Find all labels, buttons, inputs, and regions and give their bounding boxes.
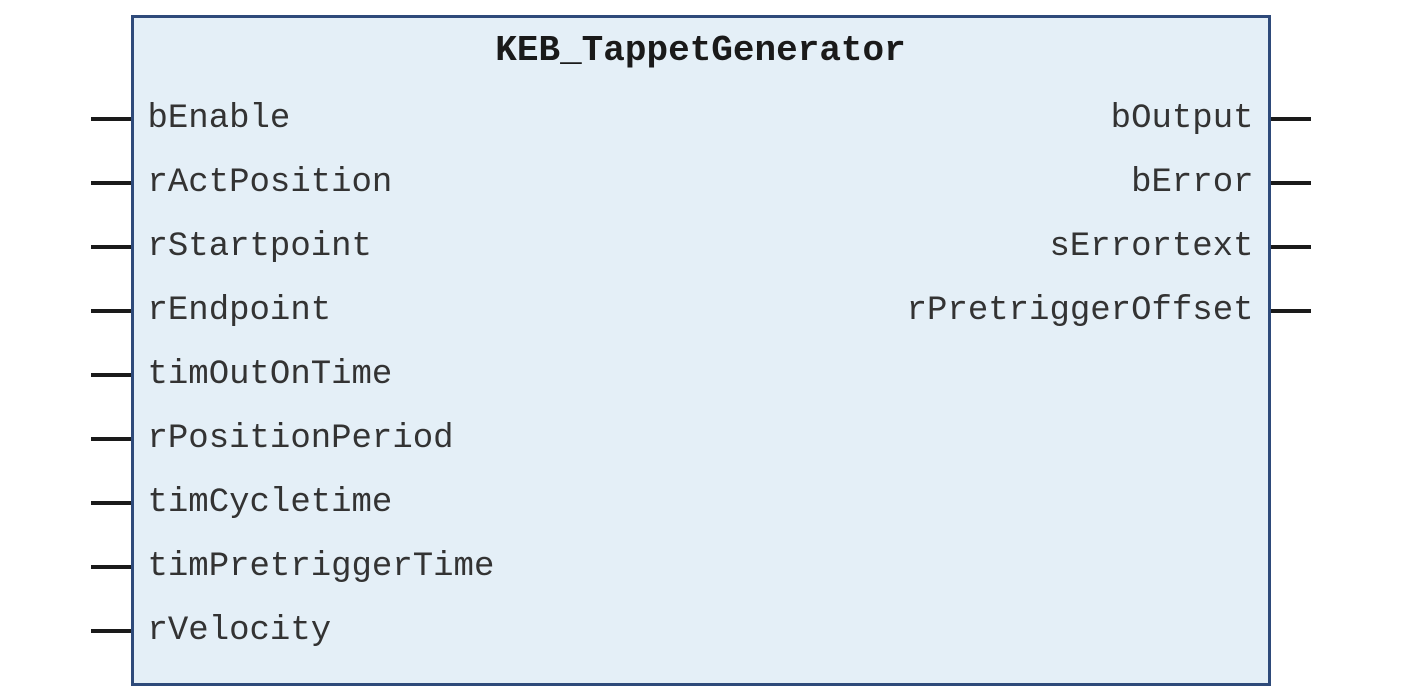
inputs-column: bEnable rActPosition rStartpoint rEndpoi… xyxy=(148,87,495,663)
pin-connector xyxy=(91,501,131,505)
block-title: KEB_TappetGenerator xyxy=(134,18,1268,87)
ports-area: bEnable rActPosition rStartpoint rEndpoi… xyxy=(134,87,1268,683)
input-port: timCycletime xyxy=(148,471,495,535)
output-port: bError xyxy=(907,151,1254,215)
input-label: rVelocity xyxy=(148,612,332,650)
input-label: bEnable xyxy=(148,100,291,138)
outputs-column: bOutput bError sErrortext rPretriggerOff… xyxy=(907,87,1254,663)
pin-connector xyxy=(1271,245,1311,249)
input-label: timPretriggerTime xyxy=(148,548,495,586)
output-port: sErrortext xyxy=(907,215,1254,279)
input-port: rStartpoint xyxy=(148,215,495,279)
input-port: bEnable xyxy=(148,87,495,151)
output-label: rPretriggerOffset xyxy=(907,292,1254,330)
pin-connector xyxy=(1271,181,1311,185)
input-port: timOutOnTime xyxy=(148,343,495,407)
function-block-container: KEB_TappetGenerator bEnable rActPosition… xyxy=(91,15,1311,686)
pin-connector xyxy=(91,373,131,377)
input-label: rActPosition xyxy=(148,164,393,202)
function-block: KEB_TappetGenerator bEnable rActPosition… xyxy=(131,15,1271,686)
output-port: bOutput xyxy=(907,87,1254,151)
input-label: rStartpoint xyxy=(148,228,372,266)
input-port: rVelocity xyxy=(148,599,495,663)
output-port: rPretriggerOffset xyxy=(907,279,1254,343)
input-port: timPretriggerTime xyxy=(148,535,495,599)
pin-connector xyxy=(1271,309,1311,313)
output-label: sErrortext xyxy=(1049,228,1253,266)
input-label: rEndpoint xyxy=(148,292,332,330)
input-port: rEndpoint xyxy=(148,279,495,343)
input-label: timCycletime xyxy=(148,484,393,522)
pin-connector xyxy=(91,629,131,633)
output-label: bOutput xyxy=(1111,100,1254,138)
input-label: rPositionPeriod xyxy=(148,420,454,458)
input-label: timOutOnTime xyxy=(148,356,393,394)
output-label: bError xyxy=(1131,164,1253,202)
input-port: rActPosition xyxy=(148,151,495,215)
input-port: rPositionPeriod xyxy=(148,407,495,471)
pin-connector xyxy=(1271,117,1311,121)
pin-connector xyxy=(91,181,131,185)
pin-connector xyxy=(91,309,131,313)
pin-connector xyxy=(91,565,131,569)
pin-connector xyxy=(91,245,131,249)
pin-connector xyxy=(91,117,131,121)
pin-connector xyxy=(91,437,131,441)
